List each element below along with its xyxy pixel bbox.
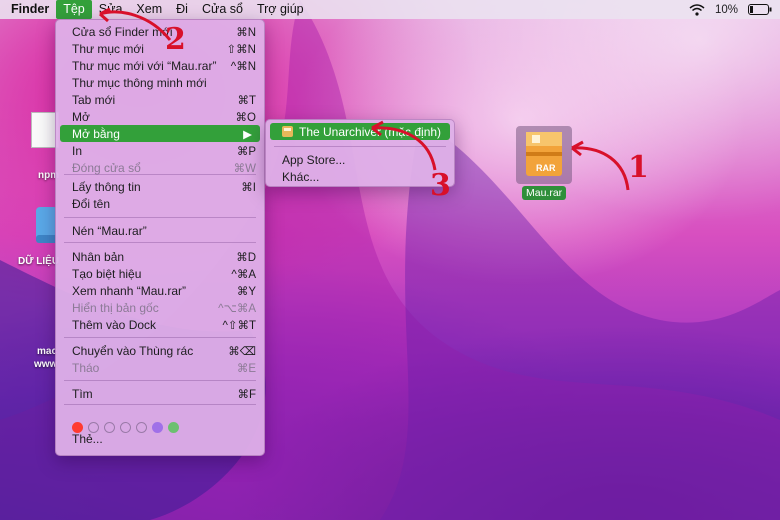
step2-arrow xyxy=(99,10,172,41)
annotation-arrows xyxy=(99,7,630,191)
step-number-3: 3 xyxy=(430,168,451,203)
step-number-1: 1 xyxy=(628,150,649,185)
step2-arrowhead xyxy=(99,7,111,23)
step-number-2: 2 xyxy=(165,22,186,57)
